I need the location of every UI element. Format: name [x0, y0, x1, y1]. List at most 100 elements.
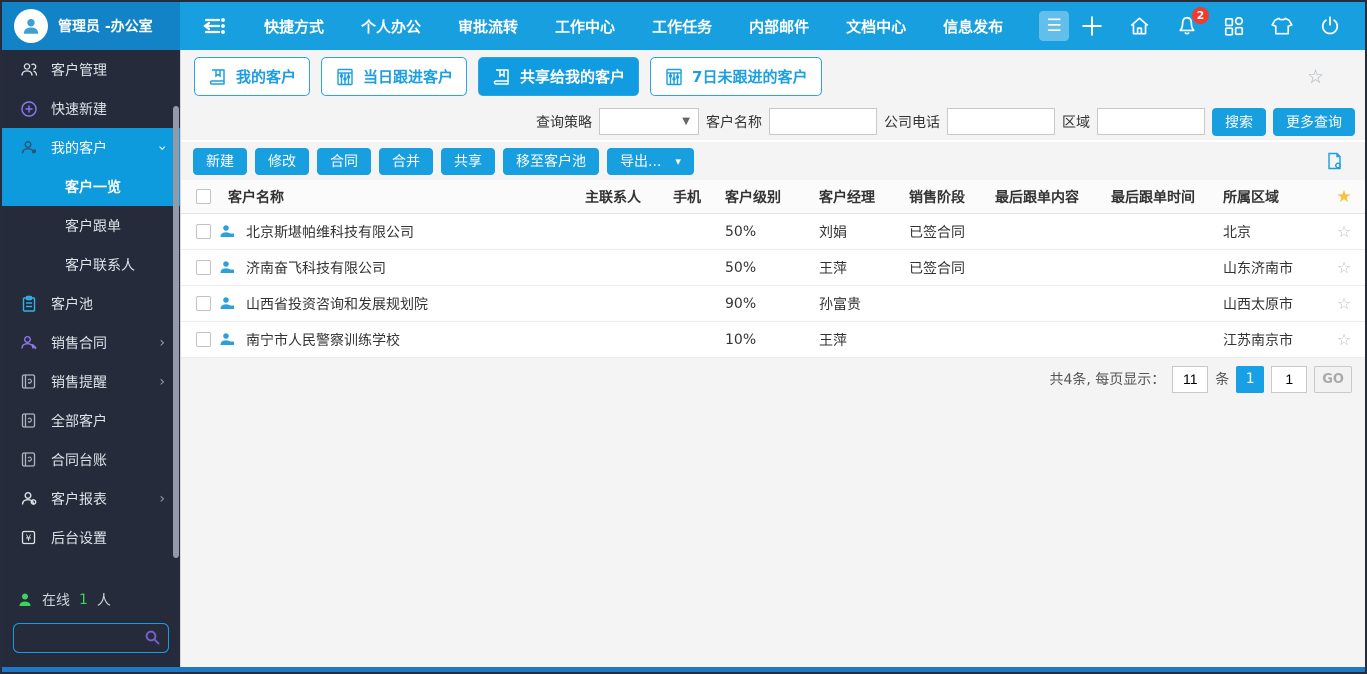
star-icon[interactable]: ☆: [1323, 294, 1365, 313]
col-main-contact[interactable]: 主联系人: [585, 187, 673, 207]
bell-icon[interactable]: 2: [1176, 15, 1198, 37]
cell-customer-name[interactable]: 山西省投资咨询和发展规划院: [243, 294, 585, 314]
cell-customer-name[interactable]: 济南奋飞科技有限公司: [243, 258, 585, 278]
region-input[interactable]: [1097, 108, 1205, 135]
sidebar-search: [13, 623, 169, 653]
sidebar-item-label: 合同台账: [51, 450, 107, 470]
contract-button[interactable]: 合同: [317, 148, 371, 175]
sidebar-subitem-customer-follow[interactable]: 客户跟单: [2, 206, 180, 245]
collapse-menu-icon[interactable]: [202, 15, 226, 37]
cell-customer-manager: 王萍: [819, 258, 909, 278]
sidebar-scrollbar[interactable]: [173, 106, 179, 558]
col-mobile[interactable]: 手机: [673, 187, 725, 207]
person-icon: [19, 490, 38, 507]
row-checkbox[interactable]: [196, 332, 211, 347]
cell-customer-name[interactable]: 北京斯堪帕维科技有限公司: [243, 222, 585, 242]
sidebar-item-backend-settings[interactable]: ¥ 后台设置: [2, 518, 180, 557]
customer-name-input[interactable]: [769, 108, 877, 135]
sidebar-item-customer-management[interactable]: 客户管理: [2, 50, 180, 89]
table-row[interactable]: 山西省投资咨询和发展规划院 90% 孙富贵 山西太原市 ☆: [181, 286, 1365, 322]
sidebar-item-my-customers[interactable]: 我的客户 ›: [2, 128, 180, 167]
favorite-star-icon[interactable]: ☆: [1307, 66, 1324, 88]
tab-my-customers[interactable]: 我的客户: [194, 57, 310, 96]
home-icon[interactable]: [1128, 15, 1151, 37]
apps-grid-icon[interactable]: [1223, 15, 1245, 37]
edit-button[interactable]: 修改: [255, 148, 309, 175]
star-icon[interactable]: ★: [1323, 187, 1365, 207]
person-icon: [19, 139, 38, 156]
new-button[interactable]: 新建: [193, 148, 247, 175]
sidebar-item-sales-reminder[interactable]: 销售提醒 ›: [2, 362, 180, 401]
star-icon[interactable]: ☆: [1323, 258, 1365, 277]
col-customer-level[interactable]: 客户级别: [725, 187, 819, 207]
sidebar-item-customer-pool[interactable]: 客户池: [2, 284, 180, 323]
star-icon[interactable]: ☆: [1323, 330, 1365, 349]
page-size-input[interactable]: [1172, 366, 1208, 393]
user-menu[interactable]: 管理员 -办公室: [2, 2, 180, 50]
document-gear-icon[interactable]: [1325, 151, 1345, 171]
chevron-right-icon: ›: [159, 335, 165, 351]
sidebar-item-customer-reports[interactable]: 客户报表 ›: [2, 479, 180, 518]
nav-item-personal-office[interactable]: 个人办公: [361, 16, 421, 37]
col-customer-name[interactable]: 客户名称: [211, 187, 585, 207]
table-row[interactable]: 南宁市人民警察训练学校 10% 王萍 江苏南京市 ☆: [181, 322, 1365, 358]
more-query-button[interactable]: 更多查询: [1273, 108, 1355, 136]
power-icon[interactable]: [1319, 15, 1341, 37]
col-last-follow-time[interactable]: 最后跟单时间: [1111, 187, 1223, 207]
people-icon: [19, 61, 38, 78]
tab-shared-with-me[interactable]: 共享给我的客户: [478, 57, 639, 96]
nav-item-approval-flow[interactable]: 审批流转: [458, 16, 518, 37]
row-checkbox[interactable]: [196, 224, 211, 239]
sidebar-item-label: 客户池: [51, 294, 93, 314]
goto-page-input[interactable]: [1271, 366, 1307, 393]
table-row[interactable]: 济南奋飞科技有限公司 50% 王萍 已签合同 山东济南市 ☆: [181, 250, 1365, 286]
nav-item-shortcuts[interactable]: 快捷方式: [264, 16, 324, 37]
company-phone-input[interactable]: [947, 108, 1055, 135]
cell-customer-manager: 孙富贵: [819, 294, 909, 314]
select-all-checkbox[interactable]: [196, 189, 211, 204]
online-label: 在线: [42, 590, 70, 610]
search-button[interactable]: 搜索: [1212, 108, 1266, 136]
nav-item-info-publish[interactable]: 信息发布: [943, 16, 1003, 37]
customer-person-icon: [211, 296, 243, 311]
share-button[interactable]: 共享: [441, 148, 495, 175]
hamburger-menu-icon[interactable]: ☰: [1039, 11, 1069, 41]
merge-button[interactable]: 合并: [379, 148, 433, 175]
row-checkbox[interactable]: [196, 260, 211, 275]
cell-region: 山东济南市: [1223, 258, 1323, 278]
plus-icon[interactable]: [1081, 15, 1103, 37]
col-customer-manager[interactable]: 客户经理: [819, 187, 909, 207]
go-button[interactable]: GO: [1314, 366, 1352, 393]
customer-person-icon: [211, 224, 243, 239]
export-dropdown-button[interactable]: 导出... ▾: [607, 148, 694, 175]
row-checkbox[interactable]: [196, 296, 211, 311]
cell-customer-level: 90%: [725, 296, 819, 312]
sidebar-subitem-customer-list[interactable]: 客户一览: [2, 167, 180, 206]
person-edit-icon: [19, 334, 38, 351]
nav-item-document-center[interactable]: 文档中心: [846, 16, 906, 37]
cell-customer-name[interactable]: 南宁市人民警察训练学校: [243, 330, 585, 350]
shirt-icon[interactable]: [1270, 15, 1294, 37]
sidebar-item-contract-ledger[interactable]: 合同台账: [2, 440, 180, 479]
move-to-pool-button[interactable]: 移至客户池: [503, 148, 599, 175]
table-row[interactable]: 北京斯堪帕维科技有限公司 50% 刘娟 已签合同 北京 ☆: [181, 214, 1365, 250]
tab-not-followed-7days[interactable]: 7日未跟进的客户: [650, 57, 821, 96]
sidebar-item-quick-create[interactable]: 快速新建: [2, 89, 180, 128]
chevron-right-icon: ›: [159, 491, 165, 507]
nav-item-work-center[interactable]: 工作中心: [555, 16, 615, 37]
sidebar-item-sales-contract[interactable]: 销售合同 ›: [2, 323, 180, 362]
col-region[interactable]: 所属区域: [1223, 187, 1323, 207]
sidebar-subitem-customer-contacts[interactable]: 客户联系人: [2, 245, 180, 284]
search-icon[interactable]: [144, 629, 161, 646]
tabs-row: 我的客户 当日跟进客户 共享给我的客户 7日未跟进的客户 ☆: [181, 50, 1365, 103]
tab-today-followed[interactable]: 当日跟进客户: [321, 57, 467, 96]
col-last-follow-content[interactable]: 最后跟单内容: [995, 187, 1111, 207]
star-icon[interactable]: ☆: [1323, 222, 1365, 241]
current-page-button[interactable]: 1: [1236, 366, 1264, 393]
sidebar-item-all-customers[interactable]: 全部客户: [2, 401, 180, 440]
cell-sales-stage: 已签合同: [909, 222, 995, 242]
strategy-select[interactable]: ▼: [599, 108, 699, 135]
nav-item-work-tasks[interactable]: 工作任务: [652, 16, 712, 37]
nav-item-internal-mail[interactable]: 内部邮件: [749, 16, 809, 37]
col-sales-stage[interactable]: 销售阶段: [909, 187, 995, 207]
